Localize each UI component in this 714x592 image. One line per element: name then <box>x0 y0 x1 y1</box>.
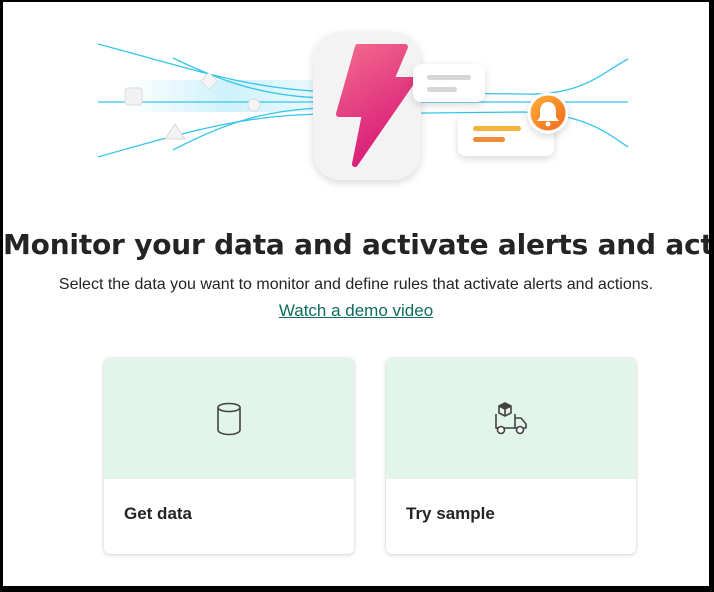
get-data-card[interactable]: Get data <box>104 358 354 554</box>
database-icon <box>217 402 241 436</box>
triangle-shape <box>164 123 186 140</box>
try-sample-label: Try sample <box>406 504 495 523</box>
get-data-label: Get data <box>124 504 193 523</box>
circle-shape <box>247 98 261 112</box>
delivery-truck-icon <box>495 402 527 435</box>
card-header-area <box>104 358 354 479</box>
page-title: Monitor your data and activate alerts an… <box>3 228 709 261</box>
watch-demo-link-wrapper: Watch a demo video <box>3 301 709 321</box>
card-header-area <box>386 358 636 479</box>
page-subtitle: Select the data you want to monitor and … <box>58 276 654 293</box>
activator-welcome-page: Monitor your data and activate alerts an… <box>3 2 709 586</box>
watch-demo-video-link[interactable]: Watch a demo video <box>279 301 433 320</box>
try-sample-card[interactable]: Try sample <box>386 358 636 554</box>
hero-illustration <box>97 32 629 180</box>
message-card <box>413 64 485 102</box>
square-shape <box>124 87 143 106</box>
